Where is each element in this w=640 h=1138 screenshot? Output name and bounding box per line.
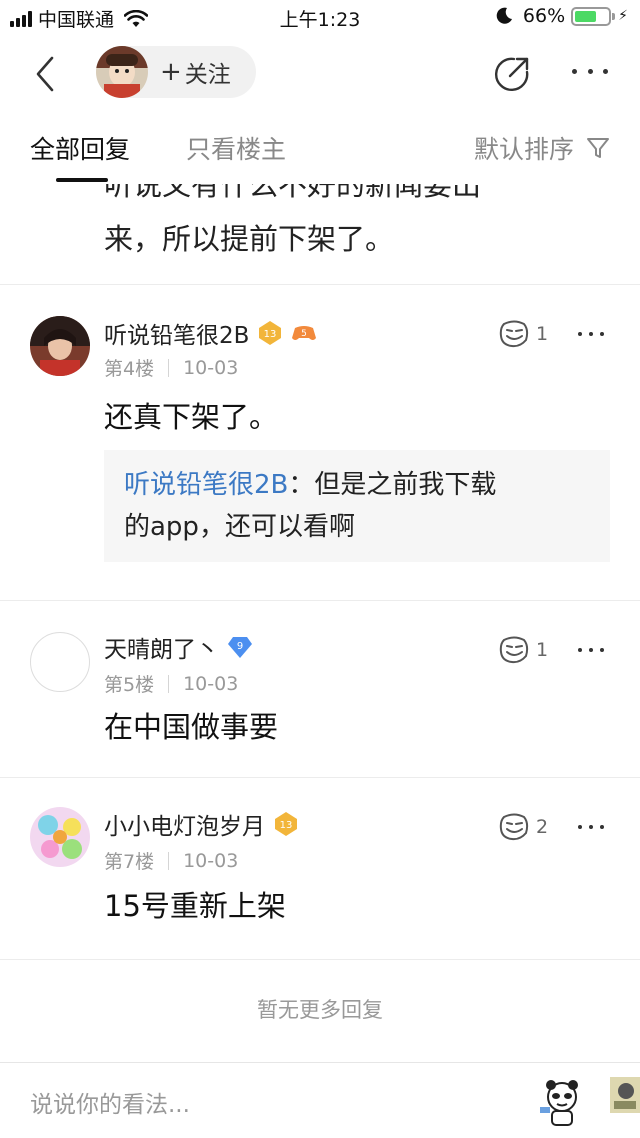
share-icon[interactable] <box>492 54 532 94</box>
like-face-icon <box>499 813 529 841</box>
follow-plus: + <box>160 57 182 87</box>
level-badge-text: 13 <box>264 329 277 340</box>
username[interactable]: 听说铅笔很2B <box>104 316 249 350</box>
level-badge-icon: 9 <box>228 637 252 658</box>
partial-post-line1: 听说又有什么不好的新闻要出 <box>104 184 482 202</box>
battery-percent: 66% <box>522 5 566 27</box>
like-count: 1 <box>536 323 549 345</box>
filter-icon <box>587 138 609 158</box>
game-badge-icon: 5 <box>292 326 317 340</box>
quoted-text-2: 的app，还可以看啊 <box>124 512 355 542</box>
level-badge-icon: 13 <box>275 812 297 836</box>
like-button[interactable]: 1 <box>498 320 548 348</box>
comment-meta: 第4楼 10-03 <box>104 354 238 381</box>
comment-date: 10-03 <box>183 356 239 379</box>
avatar[interactable] <box>30 807 90 867</box>
no-more-replies: 暂无更多回复 <box>257 998 383 1022</box>
username-row: 听说铅笔很2B 13 5 <box>104 316 317 350</box>
status-right: 66% ⚡ <box>495 5 628 27</box>
level-badge-icon: 13 <box>259 321 282 345</box>
username-row: 天晴朗了丶 9 <box>104 630 253 664</box>
panda-sticker-icon[interactable] <box>538 1077 586 1127</box>
like-count: 2 <box>536 816 549 838</box>
charging-icon: ⚡ <box>618 8 628 24</box>
username[interactable]: 小小电灯泡岁月 <box>104 807 265 841</box>
quoted-reply[interactable]: 听说铅笔很2B：但是之前我下载的app，还可以看啊 <box>104 450 610 562</box>
comment-bar: 说说你的看法... <box>0 1062 640 1138</box>
quoted-username[interactable]: 听说铅笔很2B <box>124 470 288 500</box>
back-icon[interactable] <box>30 54 60 94</box>
sort-label: 默认排序 <box>473 135 574 164</box>
reply-tabs: 全部回复 只看楼主 默认排序 <box>0 108 640 184</box>
comment-item: 天晴朗了丶 9 第5楼 10-03 1 在中国做事要 <box>0 600 640 777</box>
game-badge-text: 5 <box>302 329 308 339</box>
comment-item: 小小电灯泡岁月 13 第7楼 10-03 2 15号重新上架 <box>0 777 640 959</box>
battery-icon <box>571 6 616 26</box>
author-follow-pill[interactable]: + 关注 <box>96 46 256 98</box>
comment-date: 10-03 <box>183 672 239 695</box>
comment-date: 10-03 <box>183 849 239 872</box>
status-bar: 中国联通 上午1:23 66% ⚡ <box>0 0 640 36</box>
floor-number: 第7楼 <box>104 851 155 873</box>
tab-op-only[interactable]: 只看楼主 <box>186 130 286 166</box>
like-face-icon <box>499 636 529 664</box>
like-count: 1 <box>536 639 549 661</box>
moon-icon <box>496 7 512 24</box>
gif-sticker-icon[interactable] <box>610 1075 640 1115</box>
active-tab-indicator <box>56 178 108 182</box>
battery-fill <box>575 10 597 22</box>
follow-label: 关注 <box>184 62 231 88</box>
floor-number: 第5楼 <box>104 674 155 696</box>
comment-input[interactable]: 说说你的看法... <box>30 1085 190 1119</box>
comment-meta: 第5楼 10-03 <box>104 670 238 697</box>
sort-button[interactable]: 默认排序 <box>474 130 610 166</box>
username[interactable]: 天晴朗了丶 <box>104 630 219 664</box>
comment-item: 听说铅笔很2B 13 5 第4楼 10-03 1 还真下架了。 听说铅笔很2B：… <box>0 284 640 600</box>
nav-bar: + 关注 <box>0 36 640 108</box>
floor-number: 第4楼 <box>104 358 155 380</box>
partial-post: 听说又有什么不好的新闻要出 来，所以提前下架了。 <box>0 184 640 284</box>
like-button[interactable]: 1 <box>498 636 548 664</box>
comment-more-icon[interactable] <box>578 825 604 829</box>
avatar[interactable] <box>30 632 90 692</box>
partial-post-line2: 来，所以提前下架了。 <box>104 222 395 256</box>
divider <box>0 959 640 960</box>
level-badge-text: 9 <box>237 641 243 652</box>
comment-text: 在中国做事要 <box>104 710 279 744</box>
comment-text: 15号重新上架 <box>104 889 286 923</box>
quoted-text-1: 但是之前我下载 <box>314 470 497 500</box>
author-avatar[interactable] <box>96 46 148 98</box>
partial-post-text: 听说又有什么不好的新闻要出 来，所以提前下架了。 <box>104 184 624 266</box>
quote-separator: ： <box>288 470 315 500</box>
like-face-icon <box>499 320 529 348</box>
level-badge-text: 13 <box>280 820 293 831</box>
comment-text: 还真下架了。 <box>104 400 279 434</box>
comment-more-icon[interactable] <box>578 648 604 652</box>
comment-more-icon[interactable] <box>578 332 604 336</box>
comment-meta: 第7楼 10-03 <box>104 847 238 874</box>
like-button[interactable]: 2 <box>498 813 548 841</box>
tab-all-replies[interactable]: 全部回复 <box>30 130 130 166</box>
username-row: 小小电灯泡岁月 13 <box>104 807 299 841</box>
avatar[interactable] <box>30 316 90 376</box>
more-options-icon[interactable] <box>568 56 612 86</box>
follow-button[interactable]: + 关注 <box>160 55 231 89</box>
